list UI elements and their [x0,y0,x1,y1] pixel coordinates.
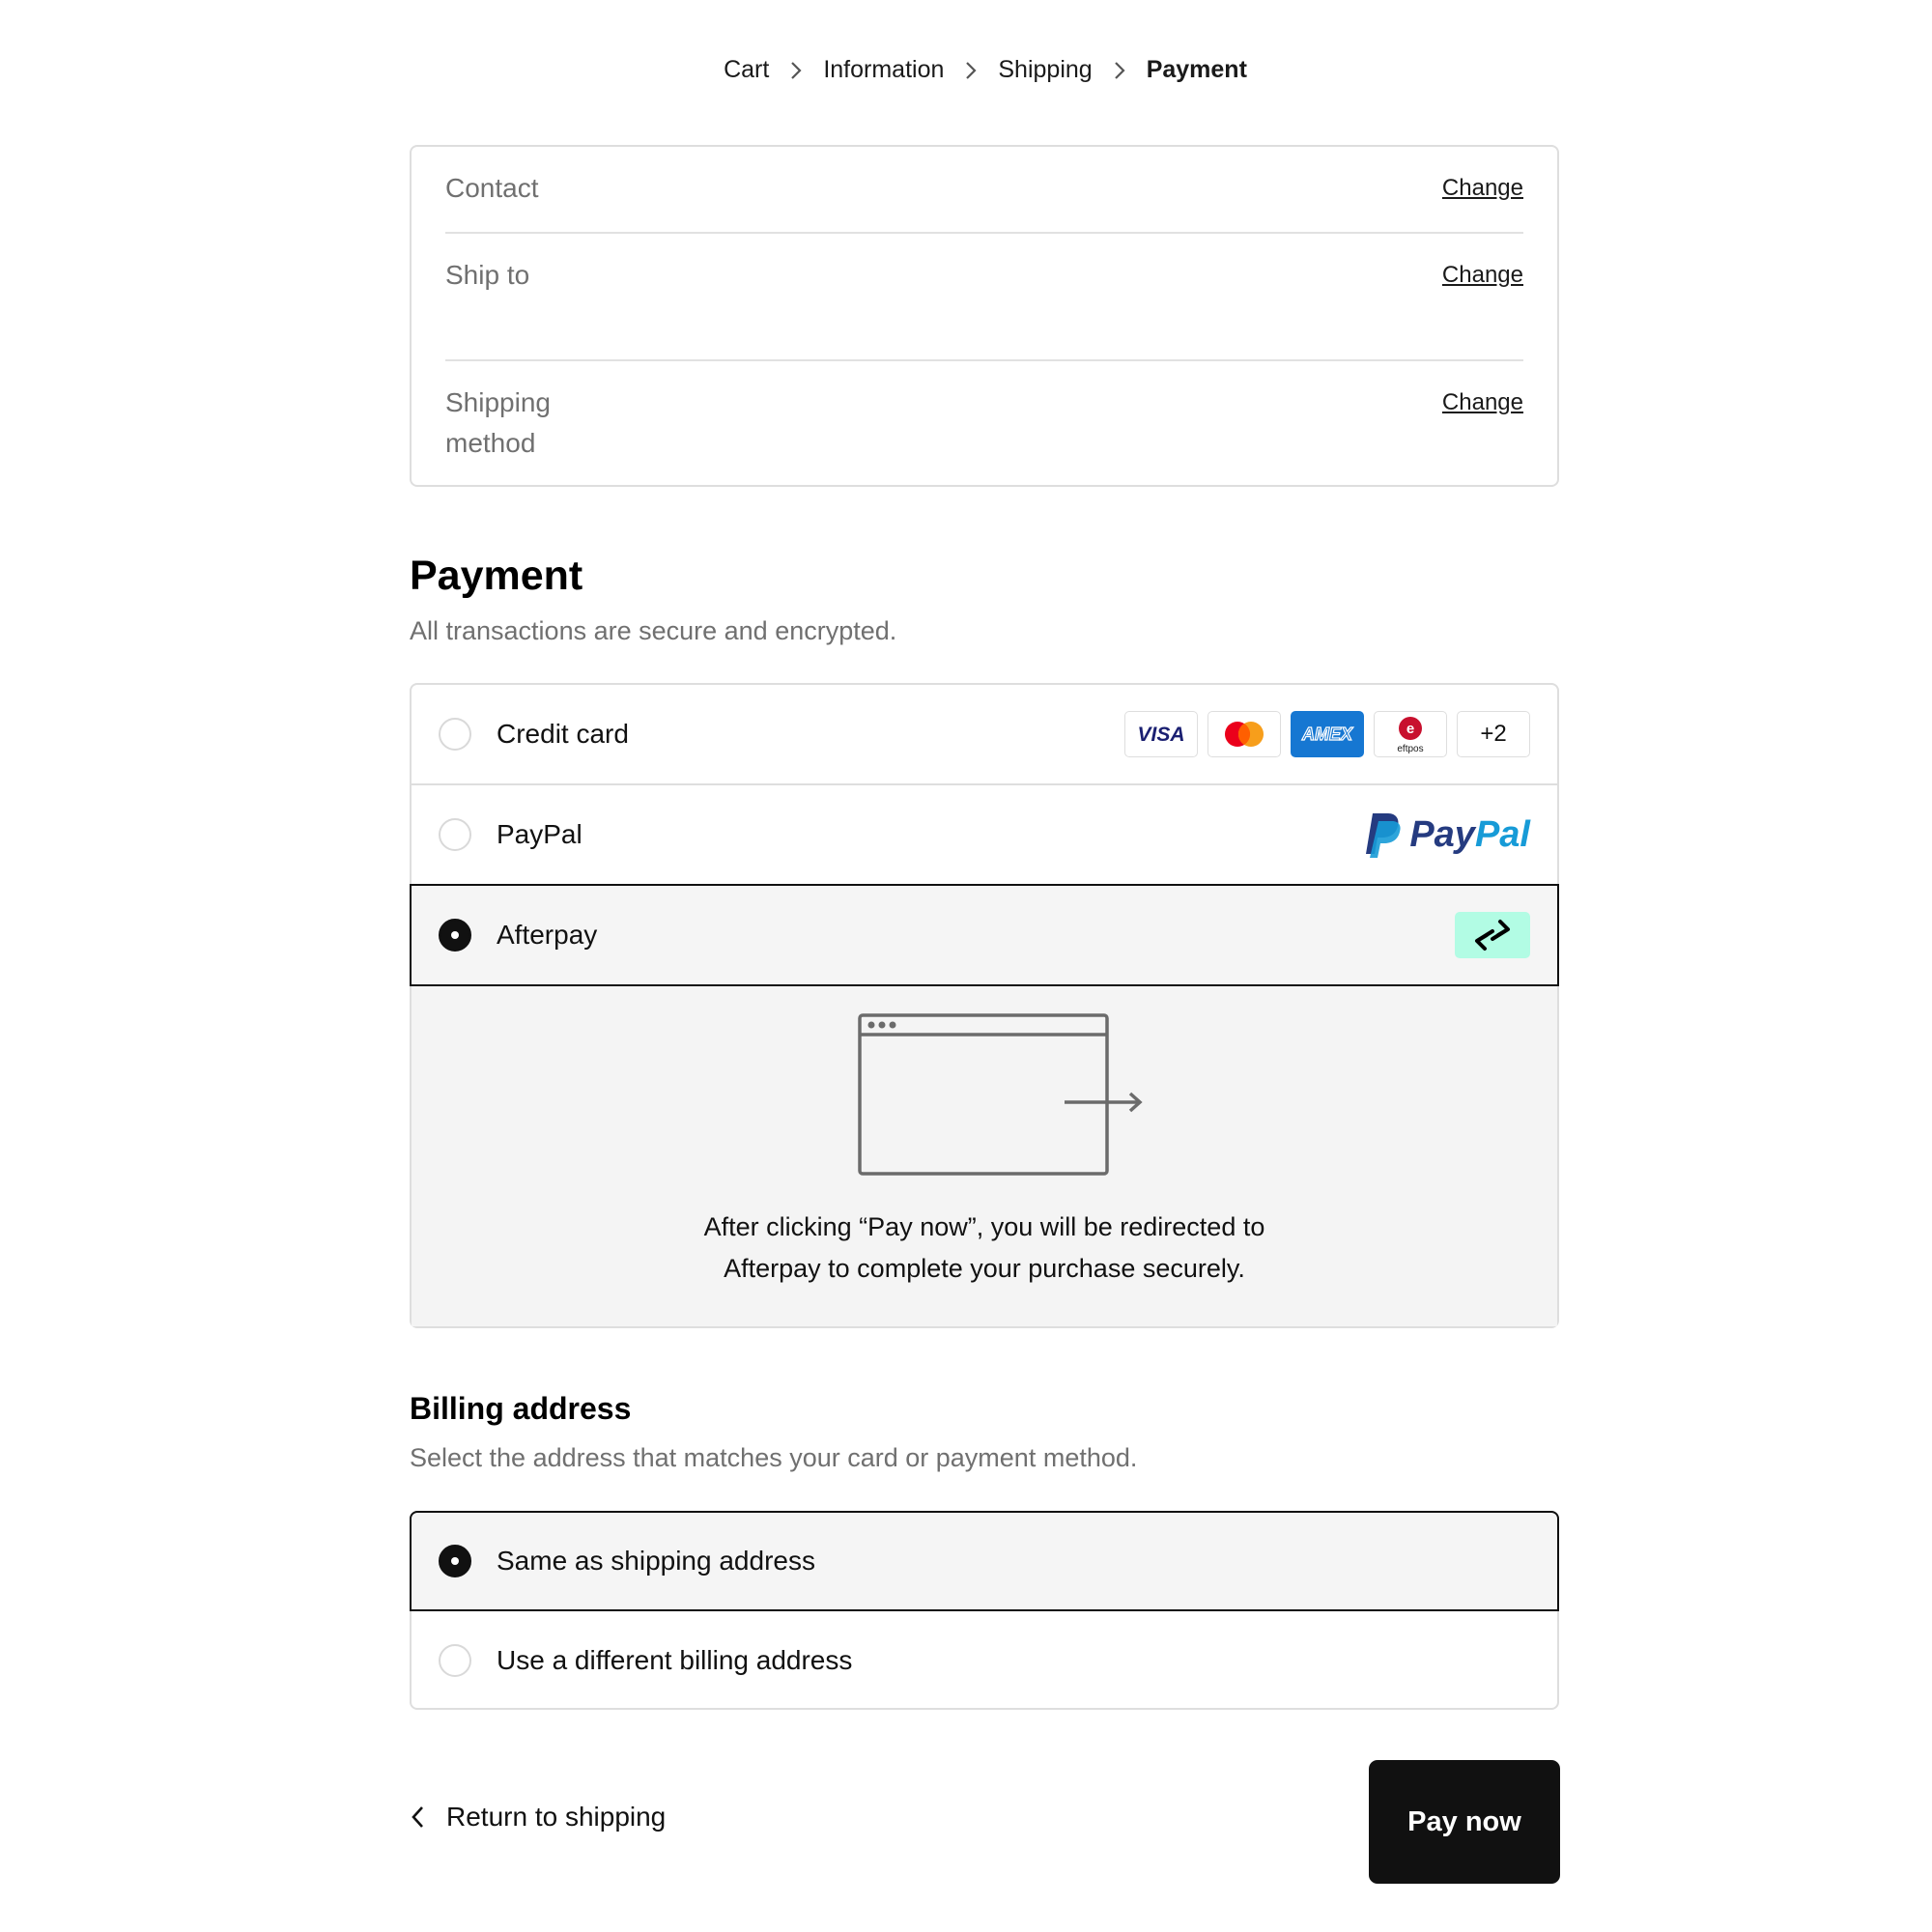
ship-to-label: Ship to [445,260,530,290]
change-shipping-method-link[interactable]: Change [1442,383,1523,464]
afterpay-label: Afterpay [497,920,598,950]
payment-heading: Payment [410,553,583,599]
review-row-contact: Contact Change [445,168,1523,209]
redirect-line-1: After clicking “Pay now”, you will be re… [703,1212,1265,1241]
eftpos-icon: e eftpos [1374,711,1447,757]
billing-option-same[interactable]: Same as shipping address [410,1511,1559,1611]
breadcrumb-payment: Payment [1146,56,1247,83]
more-cards-badge: +2 [1457,711,1530,757]
svg-text:AMEX: AMEX [1301,724,1353,744]
order-review-box: Contact Change Ship to Change Shipping m… [410,145,1559,487]
return-to-shipping-label: Return to shipping [446,1802,667,1832]
afterpay-radio[interactable] [439,919,471,952]
billing-heading: Billing address [410,1391,632,1426]
return-to-shipping-link[interactable]: Return to shipping [410,1802,666,1833]
change-ship-to-link[interactable]: Change [1442,255,1523,296]
chevron-right-icon [965,61,977,80]
divider [445,359,1523,361]
different-address-label: Use a different billing address [497,1645,853,1675]
billing-subtitle: Select the address that matches your car… [410,1443,1138,1472]
breadcrumb-information[interactable]: Information [823,56,944,84]
same-address-radio[interactable] [439,1545,471,1577]
chevron-left-icon [410,1804,425,1830]
payment-option-paypal[interactable]: PayPal PayPal [412,785,1557,884]
review-row-ship-to: Ship to Change [445,255,1523,296]
contact-label: Contact [445,173,539,203]
breadcrumb: Cart Information Shipping Payment [410,56,1561,84]
visa-icon: VISA [1124,711,1198,757]
divider [445,232,1523,234]
chevron-right-icon [790,61,802,80]
chevron-right-icon [1114,61,1125,80]
amex-icon: AMEX [1291,711,1364,757]
payment-option-credit-card[interactable]: Credit card VISA AMEX e eftpos +2 [412,685,1557,785]
shipping-method-label: Shipping method [445,387,551,458]
paypal-logo-icon: PayPal [1363,811,1530,858]
same-address-label: Same as shipping address [497,1546,815,1576]
redirect-line-2: Afterpay to complete your purchase secur… [724,1254,1245,1283]
payment-option-afterpay[interactable]: Afterpay [410,884,1559,986]
breadcrumb-cart[interactable]: Cart [724,56,769,84]
svg-text:VISA: VISA [1137,724,1184,746]
payment-subtitle: All transactions are secure and encrypte… [410,616,897,645]
change-contact-link[interactable]: Change [1442,168,1523,209]
payment-methods: Credit card VISA AMEX e eftpos +2 PayPal… [410,683,1559,1328]
svg-text:eftpos: eftpos [1397,744,1423,754]
breadcrumb-shipping[interactable]: Shipping [998,56,1092,84]
paypal-radio[interactable] [439,818,471,851]
pay-now-button[interactable]: Pay now [1369,1760,1560,1884]
card-brand-badges: VISA AMEX e eftpos +2 [1124,711,1530,757]
afterpay-logo-icon [1455,912,1530,958]
credit-card-radio[interactable] [439,718,471,751]
paypal-label: PayPal [497,819,582,849]
different-address-radio[interactable] [439,1644,471,1677]
mastercard-icon [1208,711,1281,757]
browser-redirect-icon [858,1013,1143,1176]
redirect-message: After clicking “Pay now”, you will be re… [412,1207,1557,1290]
review-row-shipping-method: Shipping method Change [445,383,1523,464]
billing-address-options: Same as shipping address Use a different… [410,1511,1559,1710]
credit-card-label: Credit card [497,719,629,749]
svg-text:e: e [1406,721,1414,737]
more-cards-count: +2 [1480,721,1507,747]
paypal-wordmark: PayPal [1409,813,1530,855]
afterpay-redirect-panel: After clicking “Pay now”, you will be re… [412,986,1557,1326]
billing-option-different[interactable]: Use a different billing address [412,1611,1557,1710]
